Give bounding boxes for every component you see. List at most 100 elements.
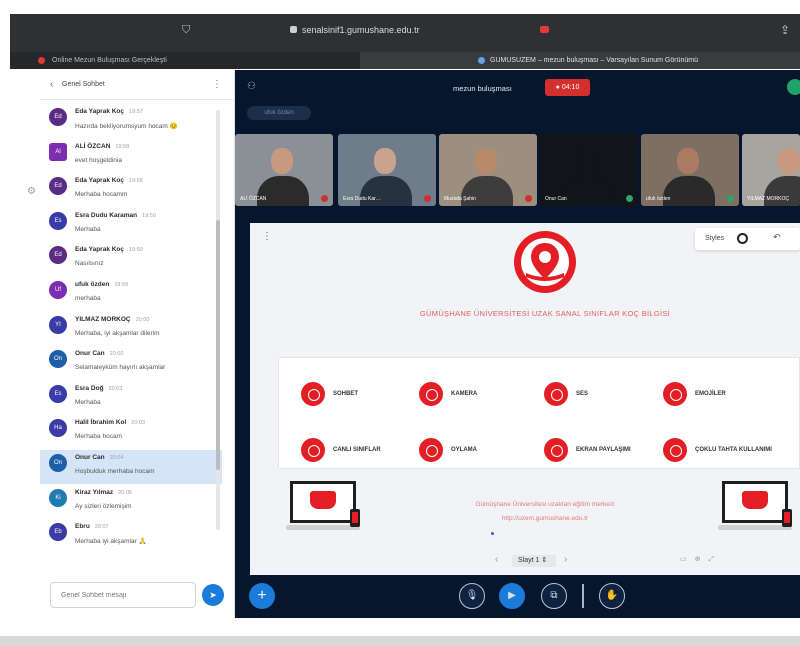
- chevron-left-icon[interactable]: ‹: [50, 79, 53, 90]
- feature-icon: [301, 438, 325, 462]
- gear-icon[interactable]: ⚙: [27, 186, 36, 197]
- chat-message: Ed Eda Yaprak Koç 19:58 Merhaba hocamm: [40, 173, 222, 207]
- chat-message: Ki Kiraz Yılmaz 20:05 Ay sizleri özlemişim: [40, 485, 222, 519]
- send-icon: ➤: [209, 590, 217, 600]
- university-logo: [514, 231, 576, 293]
- users-icon[interactable]: ⚇: [247, 81, 256, 92]
- message-time: 20:04: [109, 455, 124, 461]
- graduation-cap-icon: [742, 491, 768, 509]
- chat-message: Eb Ebru 20:07 Merhaba iyi akşamlar 🙏: [40, 519, 222, 553]
- slide-selector[interactable]: Slayt 1 ⇕: [512, 555, 556, 567]
- address-bar[interactable]: senalsinif1.gumushane.edu.tr: [302, 25, 420, 35]
- author-name: Eda Yaprak Koç: [75, 108, 125, 115]
- message-text: Hoşbulduk merhaba hocam: [75, 468, 155, 475]
- styles-label[interactable]: Styles: [705, 235, 724, 242]
- feature-icon: [663, 382, 687, 406]
- author-name: Onur Can: [75, 350, 105, 358]
- message-time: 20:00: [135, 316, 150, 323]
- message-author: Eda Yaprak Koç 19:58: [75, 177, 143, 184]
- microphone-button[interactable]: 🎙: [459, 583, 485, 609]
- add-action-button[interactable]: +: [249, 583, 275, 609]
- screenshot: ⛉ senalsinif1.gumushane.edu.tr ⇪ Online …: [0, 0, 800, 646]
- previous-slide-icon[interactable]: ‹: [495, 554, 498, 565]
- laptop-illustration-right: [718, 481, 792, 541]
- camera-indicator-icon[interactable]: [540, 26, 549, 33]
- chat-message: Uf ufuk özden 19:59 merhaba: [40, 277, 222, 311]
- message-author: YILMAZ MORKOÇ 20:00: [75, 316, 149, 323]
- message-author: Ebru 20:07: [75, 523, 109, 530]
- feature-icon: [419, 382, 443, 406]
- message-text: Merhaba: [75, 225, 101, 233]
- message-author: Onur Can 20:00: [75, 350, 123, 357]
- feature-label: OYLAMA: [451, 447, 477, 453]
- shield-icon[interactable]: ⛉: [182, 24, 190, 37]
- lock-icon: [290, 26, 297, 33]
- message-time: 20:03: [108, 385, 123, 392]
- phone-icon: [782, 509, 792, 527]
- author-name: Eda Yaprak Koç: [75, 177, 125, 185]
- page-bottom-strip: [0, 636, 800, 646]
- feature-icon: [544, 438, 568, 462]
- camera-icon: ▶: [508, 590, 516, 601]
- share-icon[interactable]: ⇪: [780, 23, 790, 37]
- feature-label: EMOJİLER: [695, 391, 726, 397]
- screen-share-button[interactable]: ⧉: [541, 583, 567, 609]
- participant-figure: [374, 148, 396, 174]
- webcam-tile[interactable]: ufuk özden: [641, 134, 739, 206]
- next-slide-icon[interactable]: ›: [564, 554, 567, 565]
- fullscreen-icon[interactable]: ⤢: [709, 556, 723, 563]
- author-name: YILMAZ MORKOÇ: [75, 315, 131, 323]
- webcam-tile[interactable]: Onur Can: [540, 134, 638, 206]
- avatar: Ed: [49, 246, 67, 265]
- screen-share-icon: ⧉: [550, 590, 558, 601]
- browser-tabs: Online Mezun Buluşması Gerçekleşti GUMUS…: [10, 52, 800, 69]
- feature-item: ÇOKLU TAHTA KULLANIMI: [663, 438, 793, 464]
- tab-meeting[interactable]: GUMUSUZEM – mezun buluşması – Varsayılan…: [360, 52, 800, 69]
- chat-message: Ed Eda Yaprak Koç 19:57 Hazırda bekliyorums…: [40, 104, 222, 138]
- message-time: 19:57: [129, 109, 143, 115]
- webcam-tile[interactable]: ALİ ÖZCAN: [235, 134, 333, 206]
- message-time: 19:58: [129, 178, 143, 185]
- chat-header: ‹ Genel Sohbet ⋮: [40, 70, 234, 100]
- whiteboard-toolbar: Styles ↶: [695, 228, 800, 250]
- participant-figure: [475, 148, 497, 174]
- webcam-tile[interactable]: Mustafa Şahin: [439, 134, 537, 206]
- slide-footer-url: http://uzem.gumushane.edu.tr: [501, 515, 589, 522]
- avatar: Ki: [49, 488, 67, 507]
- webcam-tile[interactable]: YILMAZ MORKOÇ: [742, 134, 800, 206]
- message-time: 19:58: [115, 143, 130, 150]
- fit-icon[interactable]: ▭: [680, 556, 695, 563]
- send-button[interactable]: ➤: [202, 584, 224, 606]
- presentation-menu-icon[interactable]: ⋮: [262, 231, 272, 242]
- feature-item: EMOJİLER: [663, 382, 793, 408]
- feature-grid: SOHBET KAMERA SES EMOJİLER CANLI SINIFLAR OYL…: [278, 357, 800, 469]
- chat-message: Al ALİ ÖZCAN 19:58 evet hoşgeldinia: [40, 139, 222, 173]
- webcam-name: ufuk özden: [646, 196, 671, 202]
- feature-item: OYLAMA: [419, 438, 549, 464]
- plus-icon: +: [257, 587, 267, 604]
- message-text: Hazırda bekliyorumsyum hocam 😊: [75, 123, 178, 130]
- zoom-icon[interactable]: ⊕: [695, 556, 709, 563]
- chat-scrollbar-thumb[interactable]: [216, 220, 220, 470]
- message-time: 19:59: [129, 247, 143, 254]
- chat-panel: ‹ Genel Sohbet ⋮ Ed Eda Yaprak Koç 19:57 Ha…: [40, 70, 235, 618]
- message-time: 19:59: [142, 212, 156, 219]
- more-options-icon[interactable]: ⋮: [212, 79, 222, 90]
- undo-icon[interactable]: ↶: [773, 232, 781, 243]
- avatar: Ed: [49, 177, 67, 196]
- author-name: Onur Can: [75, 454, 105, 461]
- message-time: 20:07: [94, 524, 109, 531]
- recording-button[interactable]: ● 04:10: [545, 79, 590, 96]
- connection-status-icon[interactable]: [787, 79, 800, 95]
- feature-label: KAMERA: [451, 391, 478, 397]
- chat-message: Es Esra Doğ 20:03 Merhaba: [40, 381, 222, 415]
- author-name: Ebru: [75, 523, 90, 531]
- chat-message-input[interactable]: [50, 582, 196, 608]
- camera-button[interactable]: ▶: [499, 583, 525, 609]
- microphone-off-icon: [424, 195, 431, 202]
- feature-item: KAMERA: [419, 382, 549, 408]
- raise-hand-button[interactable]: ✋: [599, 583, 625, 609]
- tab-news[interactable]: Online Mezun Buluşması Gerçekleşti: [10, 52, 360, 69]
- webcam-tile[interactable]: Esra Dudu Kar…: [338, 134, 436, 206]
- color-circle-icon[interactable]: [737, 233, 748, 244]
